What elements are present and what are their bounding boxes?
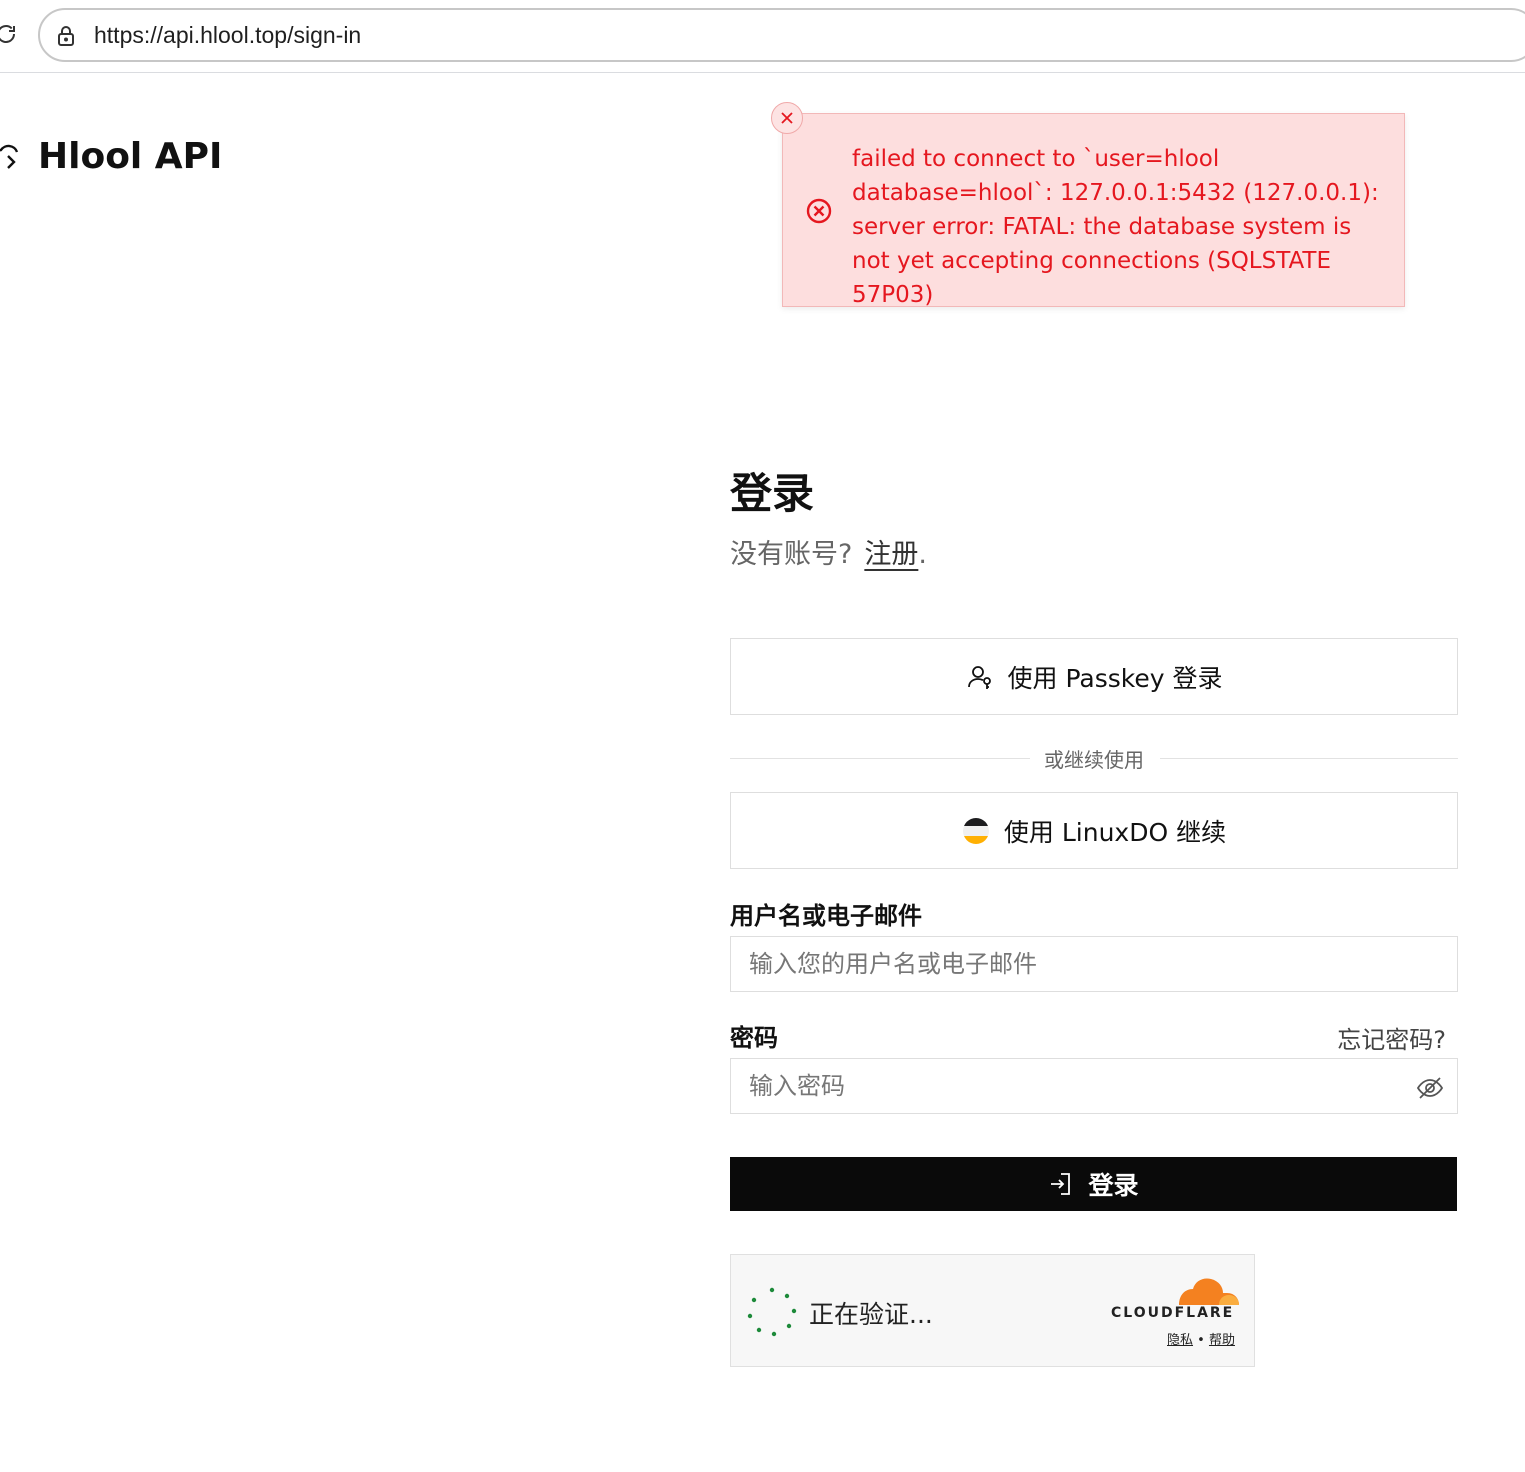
error-message: failed to connect to `user=hlool databas…: [852, 146, 1379, 308]
passkey-button-label: 使用 Passkey 登录: [1007, 663, 1223, 693]
url-text[interactable]: https://api.hlool.top/sign-in: [94, 22, 361, 49]
linuxdo-logo-icon: [962, 817, 990, 845]
login-button-label: 登录: [1088, 1171, 1139, 1200]
links-separator: •: [1197, 1333, 1205, 1348]
login-button[interactable]: 登录: [730, 1157, 1457, 1211]
spinner-icon: [745, 1285, 799, 1339]
divider-text: 或继续使用: [1030, 748, 1158, 772]
lock-icon[interactable]: [54, 24, 78, 48]
register-link[interactable]: 注册: [864, 539, 918, 570]
eye-off-icon[interactable]: [1416, 1074, 1444, 1102]
password-label: 密码: [730, 1024, 778, 1052]
cloud-icon: [0, 139, 24, 175]
verifying-text: 正在验证...: [809, 1300, 933, 1329]
page-title: 登录: [730, 469, 815, 518]
passkey-button[interactable]: 使用 Passkey 登录: [730, 638, 1458, 715]
linuxdo-button-label: 使用 LinuxDO 继续: [1003, 817, 1227, 847]
brand[interactable]: Hlool API: [0, 136, 222, 177]
forgot-password-link[interactable]: 忘记密码?: [1337, 1020, 1446, 1055]
brand-name: Hlool API: [38, 136, 223, 177]
cloudflare-turnstile[interactable]: 正在验证... CLOUDFLARE 隐私 • 帮助: [730, 1254, 1255, 1367]
password-input[interactable]: [730, 1058, 1458, 1114]
reload-icon[interactable]: [0, 22, 18, 46]
help-link[interactable]: 帮助: [1209, 1333, 1235, 1348]
username-label: 用户名或电子邮件: [730, 902, 922, 930]
privacy-link[interactable]: 隐私: [1167, 1333, 1193, 1348]
cloudflare-wordmark: CLOUDFLARE: [1111, 1305, 1235, 1321]
close-icon[interactable]: [771, 102, 803, 134]
register-prompt: 没有账号? 注册.: [730, 532, 927, 571]
username-input[interactable]: [730, 936, 1458, 992]
address-bar[interactable]: https://api.hlool.top/sign-in: [38, 8, 1525, 62]
no-account-text: 没有账号?: [730, 539, 853, 570]
register-suffix: .: [918, 539, 927, 570]
passkey-icon: [966, 663, 994, 691]
error-circle-icon: [805, 197, 833, 225]
turnstile-links: 隐私 • 帮助: [1167, 1329, 1235, 1348]
error-toast: failed to connect to `user=hlool databas…: [771, 102, 1405, 308]
divider: 或继续使用: [730, 744, 1458, 774]
browser-toolbar: https://api.hlool.top/sign-in: [0, 0, 1525, 73]
login-icon: [1048, 1171, 1072, 1197]
linuxdo-button[interactable]: 使用 LinuxDO 继续: [730, 792, 1458, 869]
